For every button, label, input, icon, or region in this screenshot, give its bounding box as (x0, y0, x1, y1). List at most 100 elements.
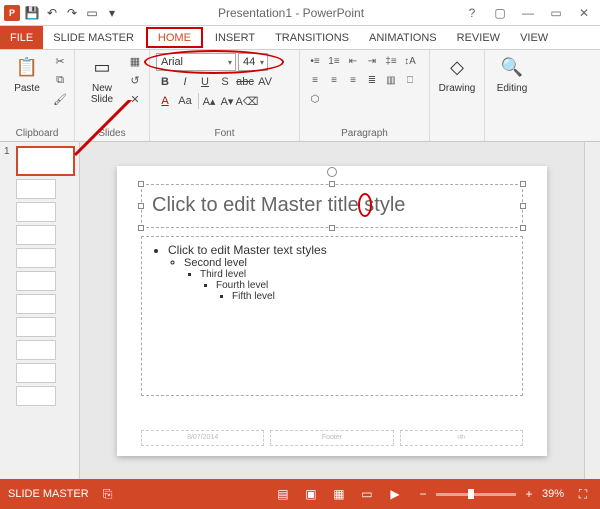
format-painter-icon[interactable]: 🖌 (52, 91, 68, 107)
start-from-beginning-icon[interactable]: ▭ (84, 5, 100, 21)
new-slide-button[interactable]: ▭ New Slide (81, 53, 123, 105)
layout-thumbnail[interactable] (16, 340, 56, 360)
font-color-button[interactable]: A (156, 93, 174, 109)
close-icon[interactable]: ✕ (574, 3, 594, 23)
reset-icon[interactable]: ↺ (127, 72, 143, 88)
shapes-icon: ◇ (445, 53, 469, 81)
close-master-view-icon[interactable]: ⎘ (99, 485, 117, 503)
zoom-out-button[interactable]: − (414, 485, 432, 503)
layout-thumbnail[interactable] (16, 225, 56, 245)
editing-group-label (491, 137, 533, 141)
clear-formatting-button[interactable]: A⌫ (238, 93, 256, 109)
slide-canvas[interactable]: Click to edit Master title style Click t… (80, 142, 584, 479)
font-name-combo[interactable]: Arial (156, 53, 236, 71)
drawing-button[interactable]: ◇ Drawing (436, 53, 478, 94)
layout-thumbnail[interactable] (16, 179, 56, 199)
normal-view-icon[interactable]: ▣ (302, 485, 320, 503)
align-center-button[interactable]: ≡ (325, 72, 343, 88)
slide-sorter-view-icon[interactable]: ▦ (330, 485, 348, 503)
delete-icon[interactable]: ✕ (127, 91, 143, 107)
slide-number-placeholder[interactable]: ‹#› (400, 430, 523, 446)
help-icon[interactable]: ? (462, 3, 482, 23)
title-placeholder[interactable]: Click to edit Master title style (141, 184, 523, 228)
footer-placeholder[interactable]: Footer (270, 430, 393, 446)
increase-indent-button[interactable]: ⇥ (363, 53, 381, 69)
align-right-button[interactable]: ≡ (344, 72, 362, 88)
title-bar: P 💾 ↶ ↷ ▭ ▾ Presentation1 - PowerPoint ?… (0, 0, 600, 26)
text-direction-button[interactable]: ↕A (401, 53, 419, 69)
notes-button-icon[interactable]: ▤ (274, 485, 292, 503)
tab-animations[interactable]: ANIMATIONS (359, 26, 447, 49)
layout-thumbnail[interactable] (16, 294, 56, 314)
slideshow-view-icon[interactable]: ▶ (386, 485, 404, 503)
cut-icon[interactable]: ✂ (52, 53, 68, 69)
paste-button[interactable]: 📋 Paste (6, 53, 48, 94)
minimize-icon[interactable]: — (518, 3, 538, 23)
change-case-button[interactable]: Aa (176, 93, 194, 109)
group-slides: ▭ New Slide ▦ ↺ ✕ Slides (75, 50, 150, 141)
font-size-combo[interactable]: 44 (238, 53, 268, 71)
layout-thumbnail[interactable] (16, 271, 56, 291)
grow-font-button[interactable]: A▴ (198, 93, 216, 109)
editing-label: Editing (497, 83, 528, 94)
shadow-button[interactable]: S (216, 74, 234, 90)
vertical-scrollbar[interactable] (584, 142, 600, 479)
date-placeholder[interactable]: 8/07/2014 (141, 430, 264, 446)
rotate-handle-icon[interactable] (327, 167, 337, 177)
strikethrough-button[interactable]: abc (236, 74, 254, 90)
align-text-button[interactable]: ⎕ (401, 72, 419, 88)
justify-button[interactable]: ≣ (363, 72, 381, 88)
convert-smartart-button[interactable]: ⬡ (306, 91, 324, 107)
editing-button[interactable]: 🔍 Editing (491, 53, 533, 94)
tab-slide-master[interactable]: SLIDE MASTER (43, 26, 144, 49)
font-group-label: Font (156, 126, 293, 141)
undo-icon[interactable]: ↶ (44, 5, 60, 21)
layout-thumbnail[interactable] (16, 363, 56, 383)
qat-customize-icon[interactable]: ▾ (104, 5, 120, 21)
group-font: Arial 44 B I U S abc AV A Aa A▴ A▾ A⌫ Fo… (150, 50, 300, 141)
zoom-in-button[interactable]: + (520, 485, 538, 503)
fit-to-window-icon[interactable]: ⛶ (574, 485, 592, 503)
layout-thumbnail[interactable] (16, 317, 56, 337)
tab-file[interactable]: FILE (0, 26, 43, 49)
save-icon[interactable]: 💾 (24, 5, 40, 21)
thumb-number: 1 (4, 146, 13, 176)
character-spacing-button[interactable]: AV (256, 74, 274, 90)
powerpoint-logo-icon: P (4, 5, 20, 21)
body-placeholder[interactable]: Click to edit Master text styles Second … (141, 236, 523, 396)
tab-transitions[interactable]: TRANSITIONS (265, 26, 359, 49)
paragraph-group-label: Paragraph (306, 126, 423, 141)
layout-thumbnail[interactable] (16, 386, 56, 406)
decrease-indent-button[interactable]: ⇤ (344, 53, 362, 69)
tab-home[interactable]: HOME (146, 27, 203, 48)
bold-button[interactable]: B (156, 74, 174, 90)
drawing-label: Drawing (439, 83, 476, 94)
ribbon-display-icon[interactable]: ▢ (490, 3, 510, 23)
restore-icon[interactable]: ▭ (546, 3, 566, 23)
layout-thumbnail[interactable] (16, 202, 56, 222)
master-slide: Click to edit Master title style Click t… (117, 166, 547, 456)
font-name-value: Arial (161, 56, 183, 68)
layout-icon[interactable]: ▦ (127, 53, 143, 69)
redo-icon[interactable]: ↷ (64, 5, 80, 21)
tab-review[interactable]: REVIEW (447, 26, 510, 49)
zoom-slider[interactable] (436, 493, 516, 496)
shrink-font-button[interactable]: A▾ (218, 93, 236, 109)
copy-icon[interactable]: ⧉ (52, 72, 68, 88)
columns-button[interactable]: ▥ (382, 72, 400, 88)
layout-thumbnail[interactable] (16, 248, 56, 268)
master-thumbnail[interactable] (16, 146, 75, 176)
underline-button[interactable]: U (196, 74, 214, 90)
drawing-group-label (436, 137, 478, 141)
align-left-button[interactable]: ≡ (306, 72, 324, 88)
italic-button[interactable]: I (176, 74, 194, 90)
bullets-button[interactable]: •≡ (306, 53, 324, 69)
tab-view[interactable]: VIEW (510, 26, 558, 49)
tab-insert[interactable]: INSERT (205, 26, 265, 49)
font-size-value: 44 (243, 56, 255, 68)
reading-view-icon[interactable]: ▭ (358, 485, 376, 503)
body-level-5: Fifth level (232, 291, 512, 302)
zoom-control: − + 39% (414, 485, 564, 503)
numbering-button[interactable]: 1≡ (325, 53, 343, 69)
line-spacing-button[interactable]: ‡≡ (382, 53, 400, 69)
